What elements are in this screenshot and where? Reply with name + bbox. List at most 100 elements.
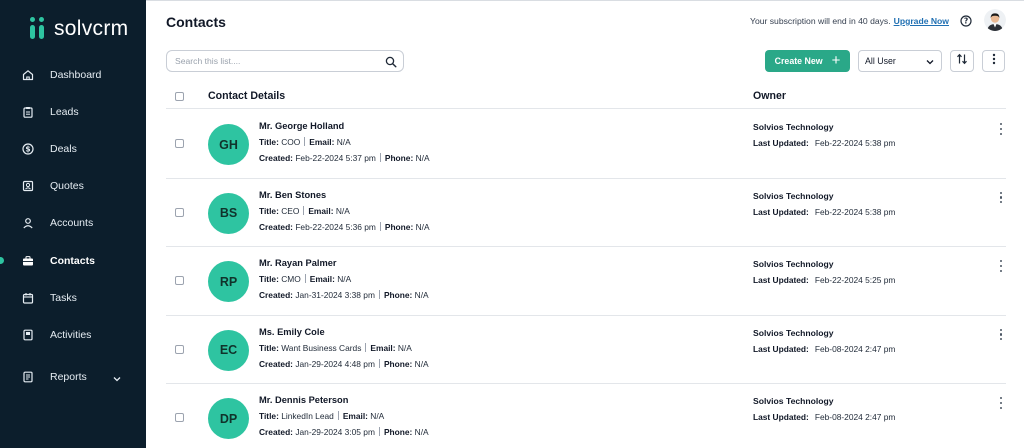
created-label: Created: (259, 427, 293, 437)
sidebar-item-activities[interactable]: Activities (0, 316, 146, 353)
sidebar-item-deals[interactable]: $ Deals (0, 130, 146, 167)
contact-created: Jan-29-2024 3:05 pm (295, 427, 375, 437)
quote-card-icon (21, 180, 34, 193)
contact-phone: N/A (414, 290, 429, 300)
search-icon[interactable] (385, 55, 397, 68)
contact-owner: Solvios Technology (753, 327, 834, 338)
row-checkbox[interactable] (175, 344, 184, 354)
user-avatar[interactable] (984, 9, 1006, 31)
table-row[interactable]: RP Mr. Rayan Palmer Title: CMO Email: N/A… (166, 247, 1006, 316)
chevron-down-icon[interactable] (112, 371, 122, 389)
sidebar-item-label: Dashboard (50, 68, 102, 81)
search-box (166, 50, 404, 72)
contact-email: N/A (336, 137, 351, 147)
search-input[interactable] (167, 51, 377, 71)
table-row[interactable]: BS Mr. Ben Stones Title: CEO Email: N/A C… (166, 179, 1006, 247)
row-menu-icon[interactable] (998, 191, 1004, 204)
contact-title-email: Title: Want Business Cards Email: N/A (259, 342, 412, 353)
contact-owner: Solvios Technology (753, 190, 834, 201)
chevron-down-icon (925, 57, 935, 69)
last-updated: Last Updated: Feb-22-2024 5:38 pm (753, 207, 895, 217)
report-icon (21, 370, 34, 383)
row-menu-icon[interactable] (998, 328, 1004, 341)
sidebar-item-dashboard[interactable]: Dashboard (0, 56, 146, 93)
last-updated: Last Updated: Feb-08-2024 2:47 pm (753, 344, 895, 354)
contact-created: Feb-22-2024 5:37 pm (295, 153, 376, 163)
book-icon (21, 328, 34, 341)
sidebar-item-label: Leads (50, 105, 79, 118)
last-updated-value: Feb-08-2024 2:47 pm (814, 343, 896, 354)
email-label: Email: (309, 137, 335, 147)
last-updated-value: Feb-22-2024 5:38 pm (814, 138, 896, 148)
last-updated-value: Feb-22-2024 5:38 pm (814, 206, 896, 217)
sidebar-item-reports[interactable]: Reports (0, 354, 146, 400)
last-updated-value: Feb-22-2024 5:25 pm (814, 275, 896, 285)
phone-label: Phone: (383, 290, 413, 300)
upgrade-now-link[interactable]: Upgrade Now (894, 16, 949, 26)
last-updated: Last Updated: Feb-22-2024 5:38 pm (753, 138, 895, 148)
user-filter-select[interactable]: All User (858, 50, 942, 72)
table-row[interactable]: EC Ms. Emily Cole Title: Want Business C… (166, 316, 1006, 384)
email-label: Email: (309, 274, 335, 284)
contact-email: N/A (370, 411, 385, 421)
row-checkbox[interactable] (175, 139, 184, 148)
row-menu-icon[interactable] (998, 260, 1004, 272)
contact-name[interactable]: Ms. Emily Cole (259, 327, 325, 337)
svg-text:?: ? (964, 17, 968, 26)
sidebar: solvcrm Dashboard Leads $ Deals Quotes A… (0, 0, 146, 448)
contact-created: Jan-29-2024 4:48 pm (295, 358, 375, 369)
more-options-button[interactable] (982, 50, 1005, 72)
user-icon (21, 217, 34, 230)
table-row[interactable]: DP Mr. Dennis Peterson Title: LinkedIn L… (166, 384, 1006, 448)
main-content: Contacts Your subscription will end in 4… (146, 0, 1024, 448)
help-icon[interactable]: ? (960, 14, 972, 27)
contact-name[interactable]: Mr. Ben Stones (259, 190, 326, 200)
clipboard-icon (21, 105, 34, 118)
sidebar-nav: Dashboard Leads $ Deals Quotes Accounts (0, 56, 146, 400)
table-row[interactable]: GH Mr. George Holland Title: COO Email: N… (166, 110, 1006, 179)
app-name: solvcrm (54, 17, 129, 40)
contact-avatar: BS (208, 192, 249, 234)
contact-name[interactable]: Mr. George Holland (259, 121, 344, 131)
last-updated-label: Last Updated: (753, 275, 809, 285)
contact-created: Feb-22-2024 5:36 pm (295, 221, 376, 232)
create-new-button[interactable]: Create New + (765, 50, 850, 72)
sidebar-item-label: Contacts (50, 254, 95, 267)
contact-created-phone: Created: Jan-29-2024 3:05 pm Phone: N/A (259, 427, 429, 437)
contact-created-phone: Created: Feb-22-2024 5:36 pm Phone: N/A (259, 221, 430, 232)
created-label: Created: (259, 153, 293, 163)
sidebar-item-contacts[interactable]: Contacts (0, 242, 146, 279)
app-logo[interactable]: solvcrm (28, 17, 128, 41)
column-contact-details: Contact Details (208, 90, 286, 102)
sidebar-item-label: Reports (50, 370, 87, 383)
row-checkbox[interactable] (175, 207, 184, 217)
page-title: Contacts (166, 14, 226, 30)
subscription-text: Your subscription will end in 40 days. (750, 16, 891, 26)
sidebar-item-quotes[interactable]: Quotes (0, 168, 146, 205)
sort-button[interactable] (950, 50, 974, 72)
contact-title: CEO (281, 205, 300, 216)
sidebar-item-label: Tasks (50, 291, 77, 304)
row-checkbox[interactable] (175, 276, 184, 285)
contact-owner: Solvios Technology (753, 122, 834, 132)
phone-label: Phone: (384, 221, 414, 232)
phone-label: Phone: (383, 427, 413, 437)
contact-title-email: Title: COO Email: N/A (259, 137, 351, 147)
title-label: Title: (259, 274, 279, 284)
title-label: Title: (259, 205, 279, 216)
row-checkbox[interactable] (175, 413, 184, 422)
contact-name[interactable]: Mr. Rayan Palmer (259, 258, 337, 268)
contact-owner: Solvios Technology (753, 259, 834, 269)
contact-name[interactable]: Mr. Dennis Peterson (259, 395, 348, 405)
sidebar-item-label: Quotes (50, 180, 84, 193)
select-all-checkbox[interactable] (175, 92, 184, 101)
contact-phone: N/A (415, 153, 430, 163)
home-icon (21, 68, 34, 81)
contact-email: N/A (337, 274, 352, 284)
sidebar-item-accounts[interactable]: Accounts (0, 205, 146, 242)
row-menu-icon[interactable] (998, 397, 1004, 409)
contact-title: CMO (281, 274, 301, 284)
sidebar-item-leads[interactable]: Leads (0, 93, 146, 130)
row-menu-icon[interactable] (998, 123, 1004, 135)
sidebar-item-tasks[interactable]: Tasks (0, 279, 146, 316)
